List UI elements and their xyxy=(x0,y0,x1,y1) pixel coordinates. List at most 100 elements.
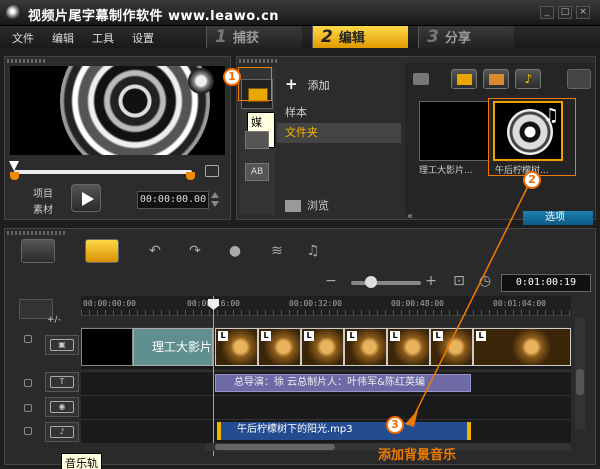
audio-filter-icon: ♪ xyxy=(524,72,533,86)
video-frame[interactable] xyxy=(258,328,301,366)
mode-project[interactable]: 项目 xyxy=(33,185,53,200)
spin-up-icon[interactable] xyxy=(211,192,219,198)
show-video-button[interactable] xyxy=(451,69,477,89)
record-capture-icon[interactable]: ● xyxy=(225,243,245,261)
music-clip[interactable]: 午后柠檬树下的阳光.mp3 xyxy=(217,422,471,440)
show-photo-button[interactable] xyxy=(483,69,509,89)
lock-icon[interactable] xyxy=(24,335,32,343)
title-clip[interactable]: 总导演：徐 云总制片人：叶伟军&陈红英编 xyxy=(215,374,471,392)
lock-icon[interactable] xyxy=(24,404,32,412)
scrub-bar[interactable] xyxy=(14,170,192,174)
thumb-video[interactable] xyxy=(419,101,489,161)
video-clip[interactable] xyxy=(81,328,133,366)
menu-tools[interactable]: 工具 xyxy=(92,30,114,46)
panel-grip[interactable] xyxy=(239,59,279,63)
minimize-button[interactable]: _ xyxy=(540,6,554,19)
fit-project-icon[interactable]: ⊡ xyxy=(449,273,469,291)
annotation-caption: 添加背景音乐 xyxy=(378,448,457,463)
window-title: 视频片尾字幕制作软件 www.leawo.cn xyxy=(28,9,280,24)
title-ab-icon[interactable]: AB xyxy=(245,163,269,181)
ruler-tick: 00:00:32:00 xyxy=(289,299,342,308)
options-button[interactable]: 选项 xyxy=(523,211,593,225)
video-frame[interactable] xyxy=(473,328,571,366)
close-button[interactable]: × xyxy=(576,6,590,19)
browse-button[interactable]: 浏览 xyxy=(285,197,329,213)
show-audio-button[interactable]: ♪ xyxy=(515,69,541,89)
menu-edit[interactable]: 编辑 xyxy=(52,30,74,46)
tab-edit[interactable]: 2 编辑 xyxy=(312,26,408,48)
highlight-media xyxy=(238,67,272,101)
video-frame[interactable] xyxy=(344,328,387,366)
audio-mixer-icon[interactable]: ≋ xyxy=(267,243,287,261)
highlight-audio-thumb xyxy=(488,98,576,176)
thumb-video-label: 理工大影片... xyxy=(419,166,473,176)
ruler-tick: 00:01:04:00 xyxy=(493,299,546,308)
video-frame[interactable] xyxy=(215,328,258,366)
ruler-tick: 00:00:48:00 xyxy=(391,299,444,308)
folder-icon[interactable] xyxy=(413,73,429,85)
music-track-icon: ♪ xyxy=(50,426,74,438)
add-button[interactable]: + 添加 xyxy=(285,75,330,93)
list-item-sample[interactable]: 样本 xyxy=(277,103,401,123)
transition-icon[interactable] xyxy=(245,131,269,149)
panel-grip[interactable] xyxy=(7,59,47,63)
play-button[interactable] xyxy=(71,184,101,212)
trim-end-marker[interactable] xyxy=(186,172,195,180)
overlay-track-header[interactable]: T xyxy=(45,372,79,392)
undo-icon[interactable]: ↶ xyxy=(145,243,165,261)
lock-icon[interactable] xyxy=(24,379,32,387)
photo-filter-icon xyxy=(489,74,504,85)
tab-share[interactable]: 3 分享 xyxy=(418,26,514,48)
panel-grip[interactable] xyxy=(7,231,67,235)
title-track-icon: T xyxy=(50,376,74,388)
music-track-tooltip: 音乐轨 xyxy=(61,453,102,469)
speaker-small-image xyxy=(188,68,214,94)
preview-timecode[interactable]: 00:00:00.00 xyxy=(137,191,209,209)
music-track-header[interactable]: ♪ xyxy=(45,422,79,442)
menu-settings[interactable]: 设置 xyxy=(132,30,154,46)
trim-start-marker[interactable] xyxy=(10,172,19,180)
tab-capture[interactable]: 1 捕获 xyxy=(206,26,302,48)
vertical-scrollbar-thumb[interactable] xyxy=(576,369,584,395)
video-track-header[interactable]: ▣ xyxy=(45,335,79,355)
zoom-in-icon[interactable]: + xyxy=(421,273,441,291)
horizontal-scrollbar-thumb[interactable] xyxy=(215,444,335,450)
zoom-slider[interactable] xyxy=(351,281,421,285)
timeline-timecode[interactable]: 0:01:00:19 xyxy=(501,274,591,292)
clock-icon: ◷ xyxy=(478,273,492,289)
annotation-badge-3: 3 xyxy=(386,416,404,434)
zoom-slider-knob[interactable] xyxy=(365,276,377,288)
voice-track-header[interactable]: ◉ xyxy=(45,397,79,417)
redo-icon[interactable]: ↷ xyxy=(185,243,205,261)
ruler-tick: 00:00:00:00 xyxy=(83,299,136,308)
preview-panel: 项目 素材 00:00:00.00 xyxy=(4,56,231,220)
list-item-folder[interactable]: 文件夹 xyxy=(277,123,401,143)
spin-down-icon[interactable] xyxy=(211,201,219,207)
video-track-icon: ▣ xyxy=(50,339,74,351)
timeline-view-button[interactable] xyxy=(85,239,119,263)
zoom-out-icon[interactable]: − xyxy=(321,273,341,291)
track-manager-menu[interactable]: +/- xyxy=(47,315,61,325)
title-card-clip[interactable]: 理工大影片 xyxy=(133,328,213,366)
collapse-left-icon[interactable]: « xyxy=(407,211,421,223)
menu-file[interactable]: 文件 xyxy=(12,30,34,46)
list-view-icon[interactable] xyxy=(567,69,591,89)
auto-music-icon[interactable]: ♫ xyxy=(303,243,323,261)
storyboard-view-button[interactable] xyxy=(21,239,55,263)
video-frame[interactable] xyxy=(301,328,344,366)
library-list: 样本 文件夹 xyxy=(277,103,401,179)
voice-track-icon: ◉ xyxy=(50,401,74,413)
annotation-badge-1: 1 xyxy=(223,68,241,86)
voice-track-lane[interactable] xyxy=(81,395,571,419)
video-filter-icon xyxy=(457,74,472,85)
app-logo-icon xyxy=(6,5,22,21)
maximize-button[interactable]: □ xyxy=(558,6,572,19)
plus-icon: + xyxy=(285,75,298,93)
snapshot-icon[interactable] xyxy=(205,165,219,177)
mode-clip[interactable]: 素材 xyxy=(33,201,53,216)
annotation-badge-2: 2 xyxy=(523,171,541,189)
playhead-line xyxy=(213,296,214,456)
lock-icon[interactable] xyxy=(24,427,32,435)
video-frame[interactable] xyxy=(430,328,473,366)
video-frame[interactable] xyxy=(387,328,430,366)
